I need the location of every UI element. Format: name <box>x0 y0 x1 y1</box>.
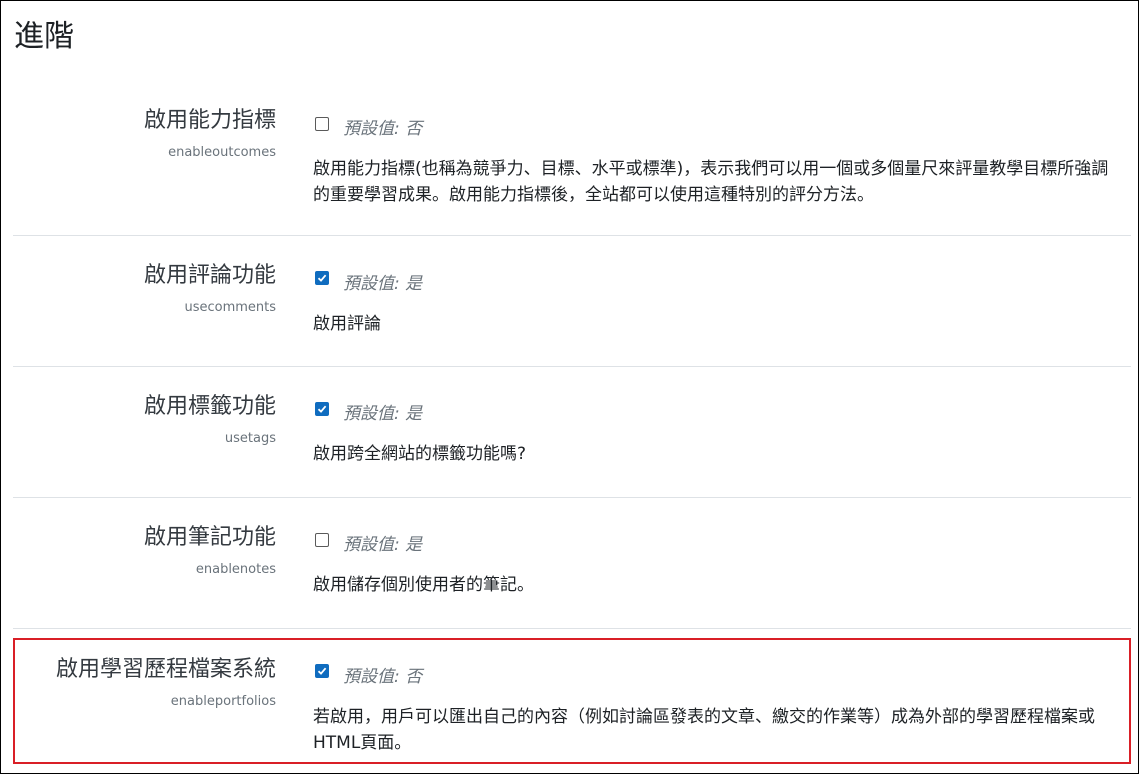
setting-checkbox-enableoutcomes[interactable] <box>315 117 329 131</box>
setting-label-group: 啟用學習歷程檔案系統 enableportfolios <box>56 656 276 710</box>
setting-checkbox-usetags[interactable] <box>315 402 329 416</box>
setting-default-value: 預設值: 是 <box>343 535 423 555</box>
check-icon <box>317 405 327 413</box>
setting-checkbox-enablenotes[interactable] <box>315 533 329 547</box>
setting-internal-name: usetags <box>224 431 276 446</box>
setting-label-group: 啟用能力指標 enableoutcomes <box>144 107 276 161</box>
setting-description: 若啟用，用戶可以匯出自己的內容（例如討論區發表的文章、繳交的作業等）成為外部的學… <box>313 707 1095 753</box>
setting-default-value: 預設值: 否 <box>343 667 423 687</box>
setting-label-group: 啟用標籤功能 usetags <box>144 393 276 447</box>
setting-internal-name: enablenotes <box>195 562 276 577</box>
setting-row-enablenotes: 啟用筆記功能 enablenotes 預設值: 是 啟用儲存個別使用者的筆記。 <box>13 498 1131 629</box>
setting-checkbox-usecomments[interactable] <box>315 271 329 285</box>
setting-visible-name: 啟用標籤功能 <box>143 394 276 419</box>
setting-description: 啟用評論 <box>313 314 381 334</box>
setting-default-value: 預設值: 是 <box>343 274 423 294</box>
setting-internal-name: enableportfolios <box>170 694 276 709</box>
setting-visible-name: 啟用學習歷程檔案系統 <box>55 657 276 682</box>
setting-row-enableoutcomes: 啟用能力指標 enableoutcomes 預設值: 否 啟用能力指標(也稱為競… <box>13 89 1131 236</box>
setting-default-value: 預設值: 是 <box>343 404 423 424</box>
setting-description: 啟用能力指標(也稱為競爭力、目標、水平或標準)，表示我們可以用一個或多個量尺來評… <box>313 159 1109 205</box>
setting-internal-name: usecomments <box>184 300 276 315</box>
setting-visible-name: 啟用評論功能 <box>143 263 276 288</box>
setting-visible-name: 啟用筆記功能 <box>143 525 276 550</box>
check-icon <box>317 274 327 282</box>
setting-row-usetags: 啟用標籤功能 usetags 預設值: 是 啟用跨全網站的標籤功能嗎? <box>13 367 1131 498</box>
setting-default-value: 預設值: 否 <box>343 119 423 139</box>
setting-internal-name: enableoutcomes <box>168 145 276 160</box>
setting-description: 啟用跨全網站的標籤功能嗎? <box>313 444 527 464</box>
admin-settings-frame: 進階 啟用能力指標 enableoutcomes 預設值: 否 啟用能力指標(也… <box>0 0 1139 774</box>
section-title: 進階 <box>14 19 74 54</box>
setting-checkbox-enableportfolios[interactable] <box>315 664 329 678</box>
setting-label-group: 啟用評論功能 usecomments <box>144 262 276 316</box>
check-icon <box>317 667 327 675</box>
setting-row-usecomments: 啟用評論功能 usecomments 預設值: 是 啟用評論 <box>13 236 1131 367</box>
setting-description: 啟用儲存個別使用者的筆記。 <box>313 575 534 595</box>
setting-row-enableportfolios: 啟用學習歷程檔案系統 enableportfolios 預設值: 否 若啟用，用… <box>13 638 1131 764</box>
setting-visible-name: 啟用能力指標 <box>143 108 276 133</box>
setting-label-group: 啟用筆記功能 enablenotes <box>144 524 276 578</box>
